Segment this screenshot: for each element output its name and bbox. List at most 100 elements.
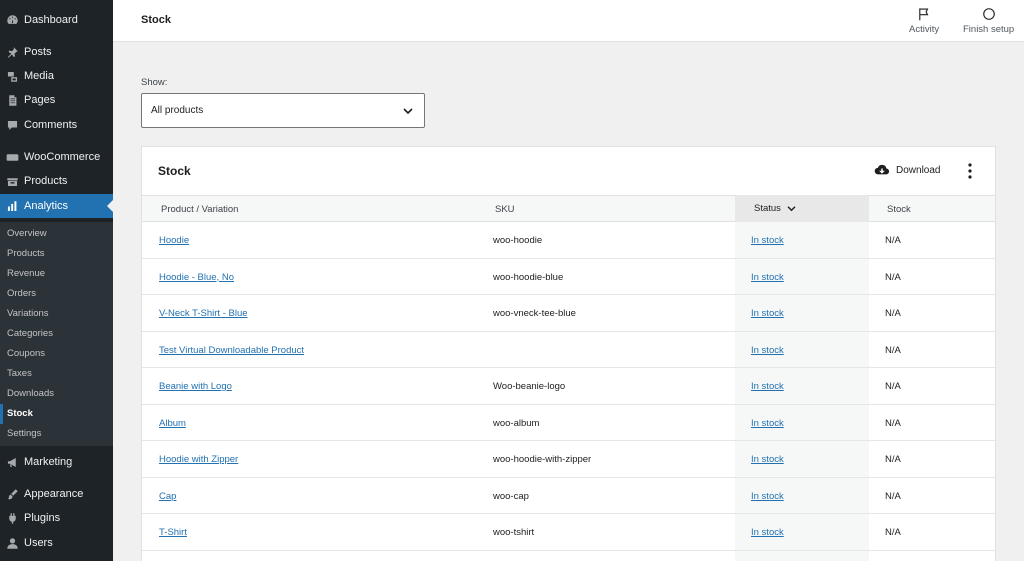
sidebar-item-posts[interactable]: Posts xyxy=(0,40,113,64)
sidebar-item-label: Media xyxy=(24,70,54,82)
woocommerce-icon xyxy=(5,150,19,164)
product-link[interactable]: Hoodie xyxy=(159,235,189,246)
sidebar-item-dashboard[interactable]: Dashboard xyxy=(0,8,113,32)
current-submenu-marker xyxy=(0,404,3,424)
status-link[interactable]: In stock xyxy=(751,235,784,246)
show-filter-label: Show: xyxy=(141,77,168,88)
submenu-item-settings[interactable]: Settings xyxy=(7,428,41,439)
status-link[interactable]: In stock xyxy=(751,418,784,429)
product-link[interactable]: Hoodie - Blue, No xyxy=(159,272,234,283)
megaphone-icon xyxy=(5,455,19,469)
show-filter-value: All products xyxy=(151,105,204,116)
sidebar-item-label: Marketing xyxy=(24,456,73,468)
products-icon xyxy=(5,174,19,188)
stock-cell: N/A xyxy=(885,417,901,429)
table-row: Test Virtual Downloadable Product In stoc… xyxy=(142,332,995,368)
brush-icon xyxy=(5,487,19,501)
table-row: Hoodie - Blue, No woo-hoodie-blue In stock… xyxy=(142,259,995,295)
sidebar-item-label: Analytics xyxy=(24,200,69,212)
sidebar-item-media[interactable]: Media xyxy=(0,64,113,88)
column-header-sku[interactable]: SKU xyxy=(495,204,515,215)
column-header-stock[interactable]: Stock xyxy=(887,204,911,215)
sidebar-item-label: WooCommerce xyxy=(24,151,101,163)
stock-cell: N/A xyxy=(885,454,901,465)
sidebar-item-appearance[interactable]: Appearance xyxy=(0,482,113,506)
submenu-item-downloads[interactable]: Downloads xyxy=(7,388,54,399)
product-link[interactable]: Hoodie with Zipper xyxy=(159,454,238,465)
stock-cell: N/A xyxy=(885,344,901,356)
sku-cell: woo-cap xyxy=(493,490,529,502)
sidebar-item-label: Plugins xyxy=(24,512,61,524)
sidebar-item-label: Products xyxy=(24,175,68,187)
status-link[interactable]: In stock xyxy=(751,272,784,283)
sidebar-item-users[interactable]: Users xyxy=(0,531,113,555)
submenu-item-revenue[interactable]: Revenue xyxy=(7,268,45,279)
sku-cell: woo-hoodie xyxy=(493,235,543,246)
status-link[interactable]: In stock xyxy=(751,491,784,502)
sidebar-item-label: Pages xyxy=(24,94,56,106)
more-options-icon[interactable] xyxy=(964,162,976,180)
user-icon xyxy=(5,536,19,550)
download-button[interactable]: Download xyxy=(874,163,940,177)
activity-label: Activity xyxy=(909,24,940,35)
table-row: Beanie with Logo Woo-beanie-logo In stock N… xyxy=(142,368,995,405)
stock-cell: N/A xyxy=(885,527,901,538)
column-header-status[interactable]: Status xyxy=(735,195,869,222)
product-link[interactable]: V-Neck T-Shirt - Blue xyxy=(159,308,248,319)
table-row: Album woo-album In stock N/A xyxy=(142,405,995,441)
sidebar-item-marketing[interactable]: Marketing xyxy=(0,450,113,474)
submenu-item-stock[interactable]: Stock xyxy=(7,408,33,419)
top-header: Stock Activity Finish setup xyxy=(113,0,1024,42)
cloud-download-icon xyxy=(874,164,890,175)
stock-cell: N/A xyxy=(885,235,901,246)
sku-cell: woo-hoodie-blue xyxy=(493,271,564,283)
stock-cell: N/A xyxy=(885,308,901,319)
sidebar-item-label: Appearance xyxy=(24,488,84,500)
submenu-item-overview[interactable]: Overview xyxy=(7,228,47,239)
sidebar-item-analytics[interactable]: Analytics xyxy=(0,194,113,218)
table-row: V-Neck T-Shirt - Blue woo-vneck-tee-blue I… xyxy=(142,295,995,332)
product-link[interactable]: Beanie with Logo xyxy=(159,381,232,392)
finish-setup-button[interactable]: Finish setup xyxy=(963,7,1014,35)
sku-cell: woo-vneck-tee-blue xyxy=(493,308,576,319)
analytics-submenu: Overview Products Revenue Orders Variati… xyxy=(0,222,113,446)
submenu-item-taxes[interactable]: Taxes xyxy=(7,368,32,379)
submenu-item-variations[interactable]: Variations xyxy=(7,308,49,319)
submenu-item-orders[interactable]: Orders xyxy=(7,288,36,299)
admin-sidebar: Dashboard Posts Media Pages Comments Woo… xyxy=(0,0,113,561)
sku-cell: Woo-beanie-logo xyxy=(493,381,566,392)
status-link[interactable]: In stock xyxy=(751,454,784,465)
column-header-product[interactable]: Product / Variation xyxy=(161,204,238,215)
product-link[interactable]: Cap xyxy=(159,491,176,502)
stock-report-card: Stock Download Product / Variation SKU S… xyxy=(141,146,996,561)
status-link[interactable]: In stock xyxy=(751,527,784,538)
dashboard-icon xyxy=(5,13,19,27)
table-row: Cap woo-cap In stock N/A xyxy=(142,478,995,514)
status-link[interactable]: In stock xyxy=(751,345,784,356)
sidebar-item-comments[interactable]: Comments xyxy=(0,113,113,137)
sidebar-item-products[interactable]: Products xyxy=(0,169,113,193)
product-link[interactable]: Test Virtual Downloadable Product xyxy=(159,345,304,356)
submenu-item-products[interactable]: Products xyxy=(7,248,45,259)
sidebar-item-plugins[interactable]: Plugins xyxy=(0,506,113,530)
plug-icon xyxy=(5,511,19,525)
status-link[interactable]: In stock xyxy=(751,308,784,319)
product-link[interactable]: Album xyxy=(159,418,186,429)
status-link[interactable]: In stock xyxy=(751,381,784,392)
submenu-item-categories[interactable]: Categories xyxy=(7,328,53,339)
sidebar-item-woocommerce[interactable]: WooCommerce xyxy=(0,145,113,169)
show-filter-select[interactable]: All products xyxy=(141,93,425,128)
pin-icon xyxy=(5,45,19,59)
flag-icon xyxy=(919,8,929,21)
sku-cell: woo-tshirt xyxy=(493,527,535,538)
comment-icon xyxy=(5,118,19,132)
sort-descending-icon xyxy=(787,206,796,212)
download-label: Download xyxy=(896,164,941,176)
pages-icon xyxy=(5,93,19,107)
sidebar-item-pages[interactable]: Pages xyxy=(0,88,113,112)
product-link[interactable]: T-Shirt xyxy=(159,527,187,538)
finish-setup-label: Finish setup xyxy=(963,24,1015,35)
submenu-item-coupons[interactable]: Coupons xyxy=(7,348,45,359)
sidebar-item-label: Users xyxy=(24,537,53,549)
activity-button[interactable]: Activity xyxy=(909,7,939,35)
